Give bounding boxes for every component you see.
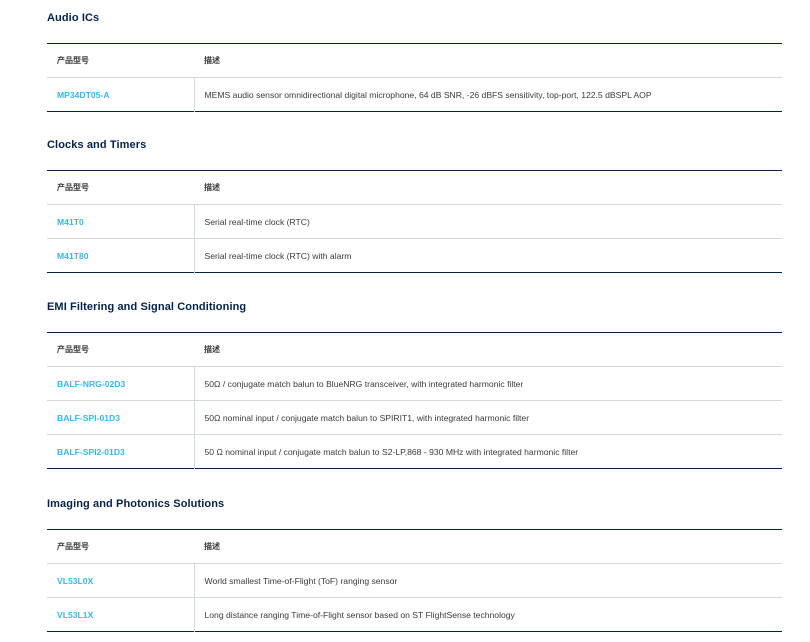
part-number-link[interactable]: VL53L0X	[57, 576, 93, 586]
description-cell: World smallest Time-of-Flight (ToF) rang…	[204, 575, 398, 586]
section-clocks-and-timers: Clocks and Timers 产品型号 描述 M41T0 Serial r…	[47, 136, 782, 273]
part-number-link[interactable]: BALF-NRG-02D3	[57, 379, 125, 389]
product-listing-page: Audio ICs 产品型号 描述 MP34DT05-A MEMS audio …	[0, 0, 810, 642]
table-row: BALF-SPI-01D3 50Ω nominal input / conjug…	[47, 400, 782, 435]
part-number-header: 产品型号	[47, 170, 194, 205]
part-number-link[interactable]: M41T80	[57, 251, 89, 261]
part-number-link[interactable]: MP34DT05-A	[57, 90, 110, 100]
section-emi-filtering: EMI Filtering and Signal Conditioning 产品…	[47, 298, 782, 469]
part-number-header: 产品型号	[47, 332, 194, 367]
table-header-row: 产品型号 描述	[47, 43, 782, 78]
part-cell: BALF-SPI-01D3	[47, 400, 195, 435]
table-header-row: 产品型号 描述	[47, 529, 782, 564]
description-header: 描述	[194, 170, 782, 205]
table-row: VL53L0X World smallest Time-of-Flight (T…	[47, 563, 782, 598]
description-cell: Serial real-time clock (RTC) with alarm	[194, 238, 782, 273]
description-cell: 50Ω nominal input / conjugate match balu…	[194, 400, 782, 435]
product-table: 产品型号 描述 M41T0 Serial real-time clock (RT…	[47, 170, 782, 273]
part-cell: MP34DT05-A	[47, 77, 195, 112]
table-header-row: 产品型号 描述	[47, 170, 782, 205]
part-number-header: 产品型号	[47, 529, 194, 564]
description-cell: MEMS audio sensor omnidirectional digita…	[204, 89, 652, 100]
part-cell: BALF-SPI2-01D3	[47, 434, 195, 469]
table-row: BALF-NRG-02D3 50Ω / conjugate match balu…	[47, 366, 782, 401]
part-number-link[interactable]: BALF-SPI2-01D3	[57, 447, 125, 457]
section-title: Imaging and Photonics Solutions	[47, 498, 225, 510]
description-cell: Long distance ranging Time-of-Flight sen…	[194, 597, 782, 632]
part-cell: BALF-NRG-02D3	[47, 366, 195, 401]
part-cell: VL53L1X	[47, 597, 195, 632]
description-header: 描述	[194, 332, 782, 367]
part-number-link[interactable]: BALF-SPI-01D3	[57, 413, 120, 423]
part-number-link[interactable]: M41T0	[57, 217, 84, 227]
part-cell: M41T80	[47, 238, 195, 273]
part-cell: M41T0	[47, 204, 195, 239]
table-row: BALF-SPI2-01D3 50 Ω nominal input / conj…	[47, 434, 782, 469]
part-number-link[interactable]: VL53L1X	[57, 610, 93, 620]
section-title: Audio ICs	[47, 12, 100, 24]
table-header-row: 产品型号 描述	[47, 332, 782, 367]
description-cell: 50 Ω nominal input / conjugate match bal…	[194, 434, 782, 469]
section-title: Clocks and Timers	[47, 139, 147, 151]
product-table: 产品型号 描述 VL53L0X World smallest Time-of-F…	[47, 529, 782, 632]
description-cell: Serial real-time clock (RTC)	[204, 216, 310, 227]
description-cell: 50Ω / conjugate match balun to BlueNRG t…	[204, 378, 524, 389]
table-row: MP34DT05-A MEMS audio sensor omnidirecti…	[47, 77, 782, 112]
description-header: 描述	[194, 43, 782, 78]
part-number-header: 产品型号	[47, 43, 194, 78]
part-cell: VL53L0X	[47, 563, 195, 598]
section-title: EMI Filtering and Signal Conditioning	[47, 301, 247, 313]
section-audio-ics: Audio ICs 产品型号 描述 MP34DT05-A MEMS audio …	[47, 9, 782, 112]
section-imaging-photonics: Imaging and Photonics Solutions 产品型号 描述 …	[47, 495, 782, 632]
table-row: M41T0 Serial real-time clock (RTC)	[47, 204, 782, 239]
table-row: M41T80 Serial real-time clock (RTC) with…	[47, 238, 782, 273]
description-header: 描述	[194, 529, 782, 564]
product-table: 产品型号 描述 BALF-NRG-02D3 50Ω / conjugate ma…	[47, 332, 782, 469]
table-row: VL53L1X Long distance ranging Time-of-Fl…	[47, 597, 782, 632]
product-table: 产品型号 描述 MP34DT05-A MEMS audio sensor omn…	[47, 43, 782, 112]
